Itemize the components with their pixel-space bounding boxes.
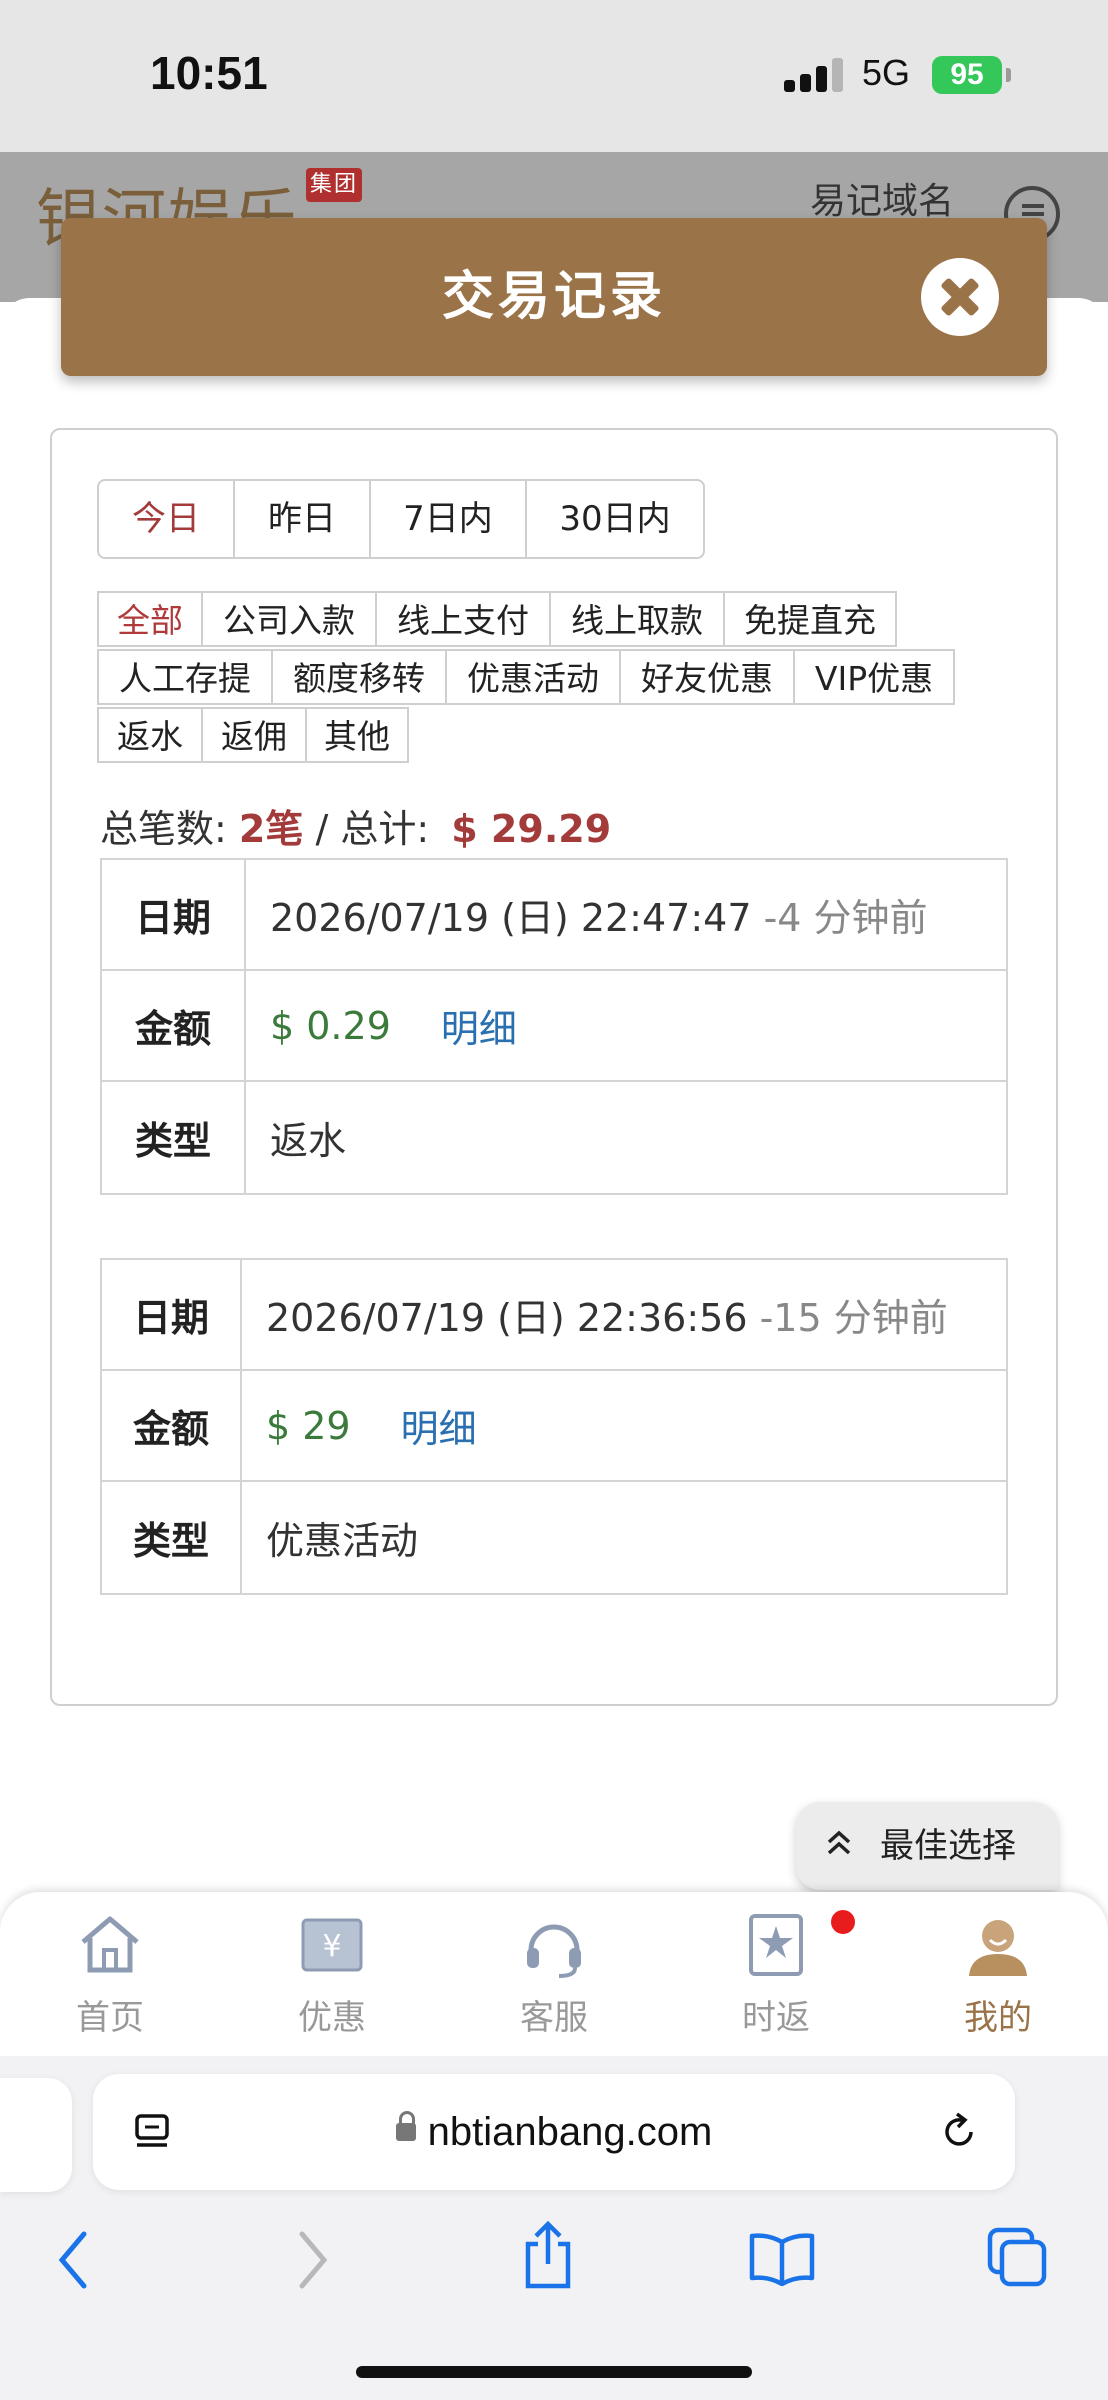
- status-bar: 10:51 5G 95: [0, 0, 1108, 152]
- filter-vip-bonus[interactable]: VIP优惠: [793, 649, 955, 705]
- forward-icon[interactable]: [290, 2228, 334, 2292]
- nav-promotions[interactable]: ¥ 优惠: [262, 1910, 402, 2039]
- browser-toolbar: nbtianbang.com: [0, 2056, 1108, 2400]
- filter-direct-topup[interactable]: 免提直充: [723, 591, 897, 647]
- battery-icon: 95: [932, 56, 1002, 94]
- nav-profile[interactable]: 我的: [928, 1910, 1068, 2039]
- network-type: 5G: [862, 52, 911, 93]
- signal-icon: [784, 58, 844, 92]
- nav-support-label: 客服: [520, 1998, 588, 2038]
- record-row-type: 类型 返水: [102, 1082, 1006, 1193]
- record-row-amount: 金额 $ 29 明细: [102, 1371, 1006, 1482]
- lock-icon: [395, 2111, 416, 2142]
- nav-promotions-label: 优惠: [298, 1998, 366, 2038]
- record-amount: $ 0.29: [270, 1003, 391, 1048]
- filter-all[interactable]: 全部: [97, 591, 203, 647]
- record-type: 优惠活动: [266, 1519, 419, 1563]
- url-display: nbtianbang.com: [93, 2074, 1015, 2190]
- date-value: 2026/07/19 (日) 22:36:56 -15 分钟前: [242, 1260, 1006, 1369]
- nav-support[interactable]: 客服: [484, 1910, 624, 2039]
- detail-link[interactable]: 明细: [441, 998, 517, 1053]
- tabs-icon[interactable]: [986, 2226, 1050, 2290]
- best-choice-label: 最佳选择: [880, 1826, 1016, 1866]
- modal-header: 交易记录: [61, 218, 1047, 376]
- previous-tab-preview[interactable]: [0, 2078, 72, 2192]
- amount-label: 金额: [102, 971, 246, 1080]
- amount-value: $ 0.29 明细: [246, 971, 1006, 1080]
- url-text: nbtianbang.com: [427, 2110, 713, 2154]
- record-date: 2026/07/19 (日) 22:36:56: [266, 1296, 748, 1340]
- date-label: 日期: [102, 860, 246, 969]
- date-value: 2026/07/19 (日) 22:47:47 -4 分钟前: [246, 860, 1006, 969]
- bookmarks-icon[interactable]: [748, 2230, 816, 2286]
- modal-title: 交易记录: [441, 267, 666, 327]
- back-icon[interactable]: [52, 2228, 96, 2292]
- record-row-date: 日期 2026/07/19 (日) 22:47:47 -4 分钟前: [102, 860, 1006, 971]
- battery-level: 95: [950, 58, 984, 91]
- tab-today[interactable]: 今日: [99, 481, 235, 557]
- filter-manual[interactable]: 人工存提: [97, 649, 273, 705]
- tab-7days[interactable]: 7日内: [371, 481, 527, 557]
- records-summary: 总笔数: 2笔 / 总计: $ 29.29: [100, 798, 611, 853]
- nav-profile-label: 我的: [964, 1998, 1032, 2038]
- filter-promotions[interactable]: 优惠活动: [445, 649, 621, 705]
- filter-online-payment[interactable]: 线上支付: [375, 591, 551, 647]
- filter-rebate[interactable]: 返水: [97, 707, 203, 763]
- nav-rebate[interactable]: 时返: [706, 1910, 846, 2039]
- record-card: 日期 2026/07/19 (日) 22:47:47 -4 分钟前 金额 $ 0…: [100, 858, 1008, 1195]
- tab-30days[interactable]: 30日内: [527, 481, 703, 557]
- home-icon: [81, 1916, 139, 1973]
- count-label: 总笔数:: [100, 807, 227, 851]
- record-type: 返水: [270, 1119, 347, 1163]
- double-chevron-up-icon: [827, 1830, 851, 1855]
- record-row-amount: 金额 $ 0.29 明细: [102, 971, 1006, 1082]
- coupon-icon: ¥: [301, 1918, 363, 1972]
- record-ago: -4 分钟前: [763, 896, 928, 940]
- total-label: 总计:: [340, 807, 430, 851]
- bottom-nav: 首页 ¥ 优惠 客服 时返 我的: [0, 1892, 1108, 2056]
- record-date: 2026/07/19 (日) 22:47:47: [270, 896, 752, 940]
- type-label: 类型: [102, 1482, 242, 1593]
- period-tabs: 今日 昨日 7日内 30日内: [97, 479, 705, 559]
- star-badge-icon: [749, 1914, 803, 1976]
- tab-yesterday[interactable]: 昨日: [235, 481, 371, 557]
- nav-rebate-label: 时返: [742, 1998, 810, 2038]
- record-card: 日期 2026/07/19 (日) 22:36:56 -15 分钟前 金额 $ …: [100, 1258, 1008, 1595]
- filter-transfer[interactable]: 额度移转: [271, 649, 447, 705]
- notification-dot: [831, 1910, 855, 1934]
- nav-home-label: 首页: [76, 1998, 144, 2038]
- count-value: 2笔: [238, 807, 304, 851]
- site-domain-link[interactable]: 易记域名: [810, 172, 954, 224]
- user-avatar-icon: [969, 1920, 1027, 1976]
- summary-separator: /: [315, 807, 329, 851]
- record-row-date: 日期 2026/07/19 (日) 22:36:56 -15 分钟前: [102, 1260, 1006, 1371]
- total-value: $ 29.29: [451, 807, 612, 851]
- filter-friend-bonus[interactable]: 好友优惠: [619, 649, 795, 705]
- type-label: 类型: [102, 1082, 246, 1193]
- filter-commission[interactable]: 返佣: [201, 707, 307, 763]
- best-choice-button[interactable]: 最佳选择: [796, 1802, 1058, 1890]
- reload-icon[interactable]: [937, 2110, 981, 2154]
- share-icon[interactable]: [520, 2220, 576, 2292]
- record-amount: $ 29: [266, 1403, 351, 1448]
- svg-text:¥: ¥: [322, 1929, 341, 1964]
- close-icon[interactable]: [921, 258, 999, 336]
- amount-label: 金额: [102, 1371, 242, 1480]
- filter-other[interactable]: 其他: [305, 707, 409, 763]
- date-label: 日期: [102, 1260, 242, 1369]
- detail-link[interactable]: 明细: [401, 1398, 477, 1453]
- status-time: 10:51: [150, 47, 268, 99]
- record-ago: -15 分钟前: [759, 1296, 948, 1340]
- type-filters: 全部 公司入款 线上支付 线上取款 免提直充 人工存提 额度移转 优惠活动 好友…: [97, 591, 955, 765]
- logo-badge: 集团: [306, 168, 363, 202]
- home-indicator: [356, 2366, 752, 2378]
- battery-tip: [1006, 68, 1011, 82]
- filter-online-withdraw[interactable]: 线上取款: [549, 591, 725, 647]
- filter-company-deposit[interactable]: 公司入款: [201, 591, 377, 647]
- record-row-type: 类型 优惠活动: [102, 1482, 1006, 1593]
- amount-value: $ 29 明细: [242, 1371, 1006, 1480]
- address-bar[interactable]: nbtianbang.com: [93, 2074, 1015, 2190]
- nav-home[interactable]: 首页: [40, 1910, 180, 2039]
- headset-icon: [527, 1924, 581, 1978]
